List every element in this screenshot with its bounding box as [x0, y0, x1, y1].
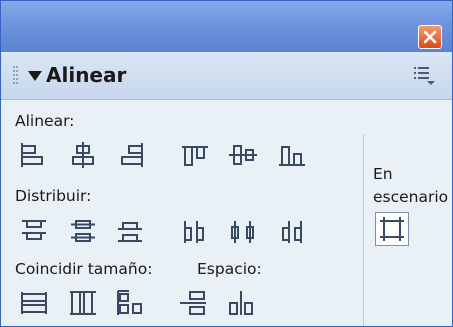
match-height-icon[interactable] — [68, 289, 98, 317]
stage-separator — [363, 134, 364, 326]
drag-grip-icon[interactable] — [13, 66, 19, 84]
close-icon — [423, 30, 437, 44]
match-width-icon[interactable] — [19, 289, 49, 317]
align-vertical-center-icon[interactable] — [228, 141, 258, 169]
distribute-horizontal-center-icon[interactable] — [228, 218, 258, 246]
distribute-section-label: Distribuir: — [15, 187, 92, 205]
title-bar[interactable] — [1, 1, 452, 52]
collapse-triangle-icon[interactable] — [28, 71, 42, 82]
align-horizontal-center-icon[interactable] — [68, 141, 98, 169]
match-width-height-icon[interactable] — [115, 289, 145, 317]
panel-title: Alinear — [46, 63, 127, 87]
align-right-edge-icon[interactable] — [115, 141, 145, 169]
align-panel-window: Alinear Alinear: Distribuir: Coincidir t… — [0, 0, 453, 327]
align-bottom-edge-icon[interactable] — [277, 141, 307, 169]
space-vertical-icon[interactable] — [178, 289, 208, 317]
distribute-top-icon[interactable] — [19, 218, 49, 246]
distribute-left-icon[interactable] — [180, 218, 210, 246]
match-size-section-label: Coincidir tamaño: — [15, 260, 153, 278]
panel-options-menu-icon[interactable] — [414, 66, 436, 86]
close-button[interactable] — [418, 25, 442, 49]
to-stage-button[interactable] — [375, 212, 409, 246]
space-horizontal-icon[interactable] — [226, 289, 256, 317]
space-section-label: Espacio: — [197, 260, 262, 278]
to-stage-icon — [380, 217, 404, 241]
distribute-right-icon[interactable] — [277, 218, 307, 246]
align-section-label: Alinear: — [15, 112, 75, 130]
distribute-vertical-center-icon[interactable] — [68, 218, 98, 246]
panel-header[interactable]: Alinear — [1, 52, 452, 100]
align-top-edge-icon[interactable] — [180, 141, 210, 169]
align-left-edge-icon[interactable] — [19, 141, 49, 169]
distribute-bottom-icon[interactable] — [115, 218, 145, 246]
stage-label-line1: En — [373, 165, 393, 183]
stage-label-line2: escenario — [373, 188, 449, 206]
